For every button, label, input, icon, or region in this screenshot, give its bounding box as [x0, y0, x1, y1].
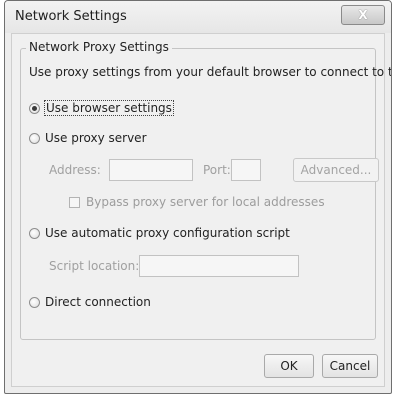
port-label: Port:: [203, 163, 231, 177]
advanced-button[interactable]: Advanced...: [293, 158, 379, 182]
address-input[interactable]: [109, 159, 193, 181]
close-button[interactable]: X: [341, 5, 385, 25]
cancel-button[interactable]: Cancel: [322, 354, 378, 378]
close-icon: X: [358, 8, 368, 22]
radio-proxy-server-label: Use proxy server: [45, 131, 147, 145]
radio-row-automatic[interactable]: Use automatic proxy configuration script: [29, 226, 290, 240]
radio-browser-settings-label: Use browser settings: [44, 100, 174, 116]
radio-browser-settings[interactable]: [29, 102, 40, 114]
proxy-settings-group: Network Proxy Settings Use proxy setting…: [20, 40, 391, 340]
radio-row-direct[interactable]: Direct connection: [29, 295, 151, 309]
bypass-row[interactable]: Bypass proxy server for local addresses: [69, 195, 325, 209]
bypass-label: Bypass proxy server for local addresses: [86, 195, 325, 209]
radio-automatic-script-label: Use automatic proxy configuration script: [45, 226, 290, 240]
network-settings-dialog: Network Settings X Network Proxy Setting…: [4, 0, 392, 394]
title-bar: Network Settings X: [5, 1, 391, 33]
bypass-checkbox[interactable]: [69, 196, 80, 208]
script-location-input[interactable]: [139, 255, 299, 277]
radio-direct-connection-label: Direct connection: [45, 295, 151, 309]
group-description: Use proxy settings from your default bro…: [29, 65, 391, 79]
radio-direct-connection[interactable]: [29, 296, 40, 308]
group-legend: Network Proxy Settings: [26, 40, 172, 54]
radio-proxy-server[interactable]: [29, 132, 40, 144]
radio-automatic-script[interactable]: [29, 227, 40, 239]
ok-button[interactable]: OK: [264, 354, 314, 378]
radio-row-proxy[interactable]: Use proxy server: [29, 131, 147, 145]
dialog-content: Network Proxy Settings Use proxy setting…: [11, 33, 391, 387]
address-label: Address:: [49, 163, 101, 177]
port-input[interactable]: [231, 159, 261, 181]
script-location-label: Script location:: [49, 259, 140, 273]
radio-row-browser[interactable]: Use browser settings: [29, 100, 174, 116]
dialog-title: Network Settings: [15, 9, 127, 24]
